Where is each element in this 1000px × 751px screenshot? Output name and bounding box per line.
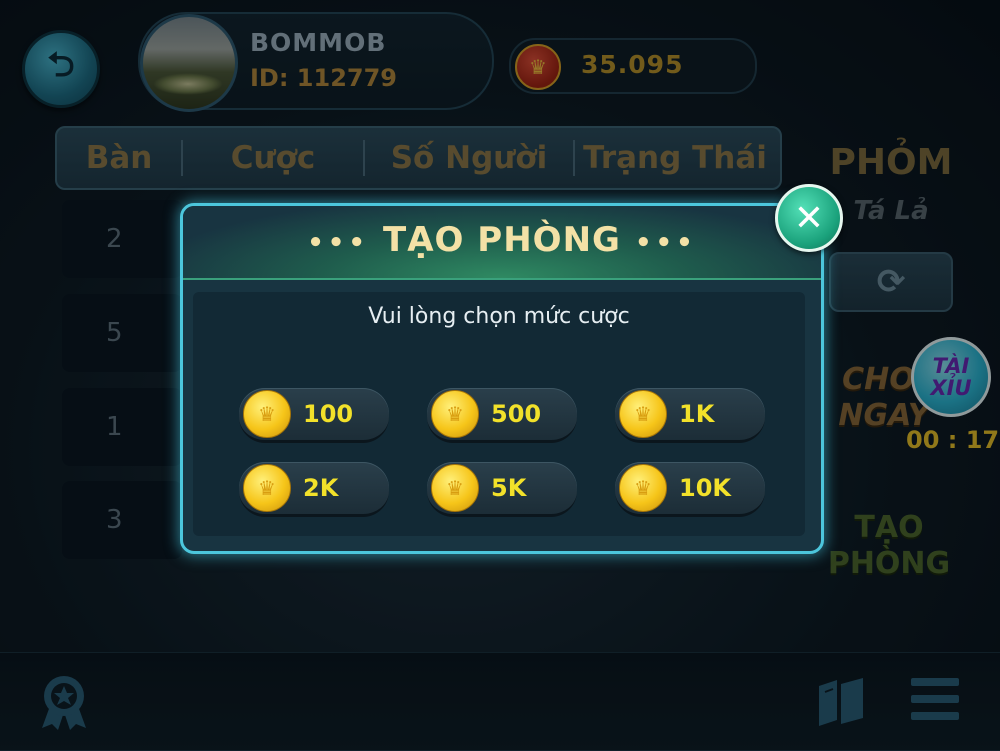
table-number: 2: [106, 224, 123, 254]
bet-value: 500: [491, 400, 542, 428]
table-number: 1: [106, 412, 123, 442]
username: BOMMOB: [250, 28, 387, 57]
table-number: 5: [106, 318, 123, 348]
bet-option-100[interactable]: ♛ 100: [239, 388, 389, 443]
table-row[interactable]: 1: [62, 388, 182, 466]
dialog-title: ••• TẠO PHÒNG •••: [183, 220, 821, 260]
bet-option-1k[interactable]: ♛ 1K: [615, 388, 765, 443]
coin-icon: ♛: [243, 390, 291, 438]
decor-dots: •••: [634, 228, 697, 258]
taixiu-timer: 00 : 17: [906, 426, 1000, 454]
coin-icon: ♛: [431, 464, 479, 512]
dialog-body: Vui lòng chọn mức cược ♛ 100 ♛ 500 ♛ 1K …: [193, 292, 805, 536]
taixiu-button[interactable]: TÀI XỈU: [911, 337, 991, 417]
table-number: 3: [106, 505, 123, 535]
coin-icon: ♛: [431, 390, 479, 438]
dialog-title-text: TẠO PHÒNG: [383, 220, 621, 260]
coin-icon: ♛: [619, 464, 667, 512]
bet-option-500[interactable]: ♛ 500: [427, 388, 577, 443]
create-room-button[interactable]: TẠO PHÒNG: [822, 510, 956, 590]
bet-option-5k[interactable]: ♛ 5K: [427, 462, 577, 517]
back-button[interactable]: ⮌: [22, 30, 100, 108]
table-row[interactable]: 3: [62, 481, 182, 559]
bet-value: 5K: [491, 474, 527, 502]
user-profile[interactable]: BOMMOB ID: 112779: [138, 12, 494, 112]
coin-icon: ♛: [243, 464, 291, 512]
close-button[interactable]: ✕: [775, 184, 843, 252]
table-row[interactable]: 5: [62, 294, 182, 372]
avatar: [140, 14, 238, 112]
col-header-table: Bàn: [85, 140, 153, 176]
table-header: Bàn Cược Số Người Trạng Thái: [55, 126, 782, 190]
dialog-header: ••• TẠO PHÒNG •••: [183, 206, 821, 280]
col-header-status: Trạng Thái: [583, 140, 767, 176]
bet-option-10k[interactable]: ♛ 10K: [615, 462, 765, 517]
table-row[interactable]: 2: [62, 200, 182, 278]
game-subtitle: Tá Lả: [853, 196, 929, 226]
crown-coin-icon: ♛: [515, 44, 561, 90]
back-arrow-icon: ⮌: [47, 44, 75, 85]
bet-value: 10K: [679, 474, 731, 502]
medal-icon[interactable]: [36, 672, 92, 732]
bet-prompt: Vui lòng chọn mức cược: [368, 304, 630, 329]
book-icon[interactable]: [815, 676, 867, 728]
col-header-bet: Cược: [230, 140, 316, 176]
decor-dots: •••: [307, 228, 370, 258]
taixiu-label: TÀI XỈU: [930, 354, 972, 400]
game-title: PHỎM: [829, 142, 953, 183]
bet-value: 100: [303, 400, 354, 428]
menu-icon[interactable]: [911, 678, 959, 728]
user-id: ID: 112779: [250, 64, 397, 92]
coin-icon: ♛: [619, 390, 667, 438]
create-room-dialog: ••• TẠO PHÒNG ••• Vui lòng chọn mức cược ♛…: [180, 203, 824, 554]
bet-value: 1K: [679, 400, 715, 428]
bet-value: 2K: [303, 474, 339, 502]
bet-option-2k[interactable]: ♛ 2K: [239, 462, 389, 517]
balance-display[interactable]: ♛ 35.095: [509, 38, 757, 94]
balance-value: 35.095: [581, 50, 684, 79]
refresh-button[interactable]: ⟳: [829, 252, 953, 312]
refresh-icon: ⟳: [876, 262, 906, 302]
close-icon: ✕: [793, 197, 825, 239]
col-header-players: Số Người: [390, 140, 548, 176]
